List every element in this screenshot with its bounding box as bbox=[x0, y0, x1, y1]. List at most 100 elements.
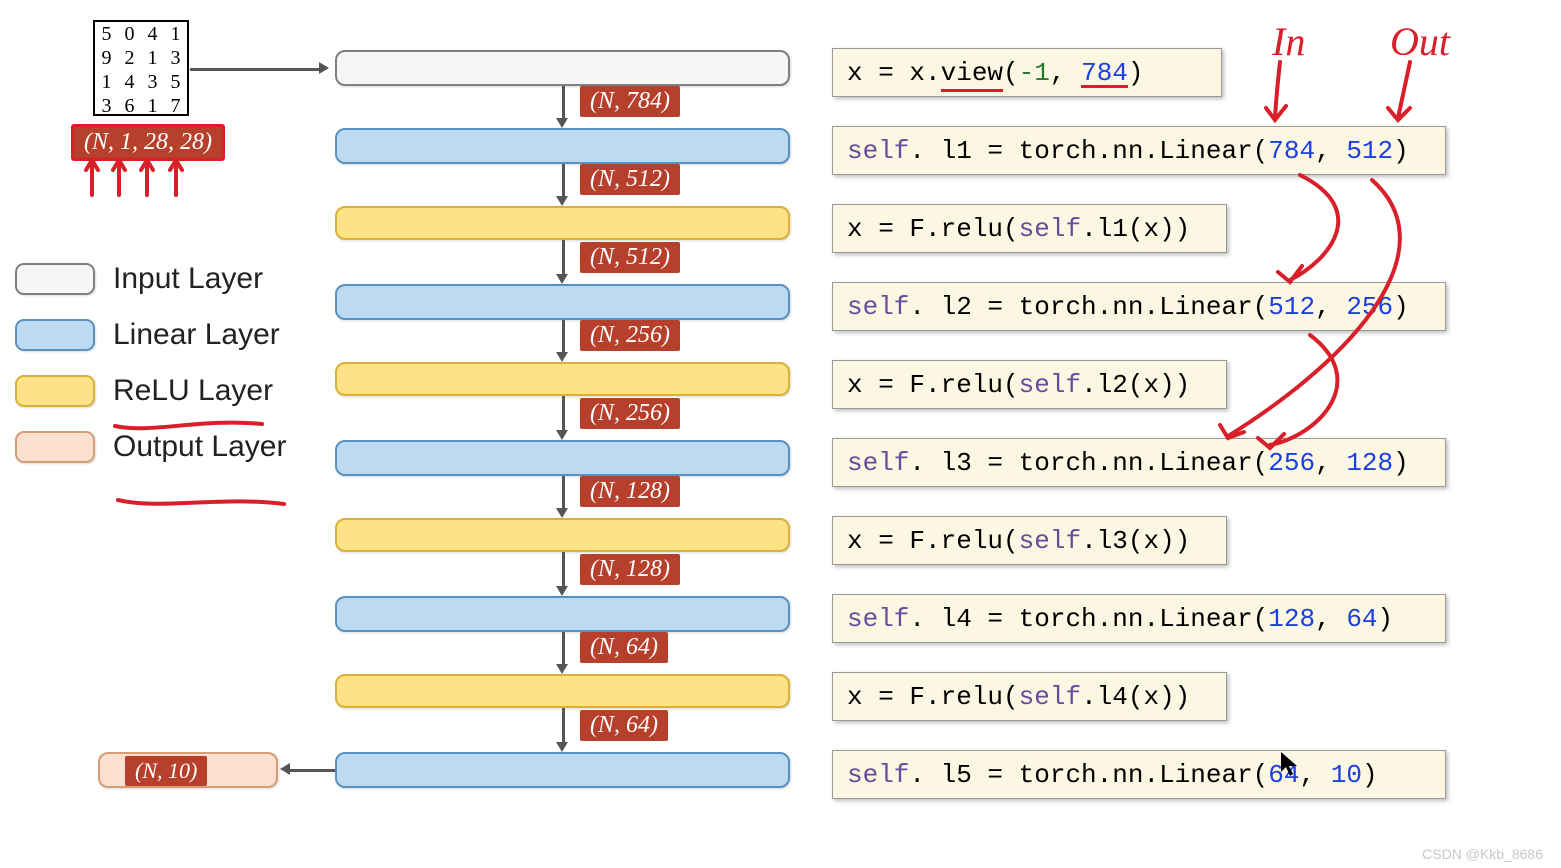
code-text: x = F.relu( bbox=[847, 214, 1019, 244]
legend-swatch-input bbox=[15, 263, 95, 295]
code-arg: 784 bbox=[1081, 58, 1128, 88]
legend-swatch-relu bbox=[15, 375, 95, 407]
code-text: . l5 = torch.nn.Linear( bbox=[909, 760, 1268, 790]
code-arg: 128 bbox=[1268, 604, 1315, 634]
shape-tag: (N, 128) bbox=[580, 554, 680, 585]
code-arg: 128 bbox=[1346, 448, 1393, 478]
code-text: ) bbox=[1393, 136, 1409, 166]
shape-tag: (N, 64) bbox=[580, 632, 668, 663]
watermark: CSDN @Kkb_8686 bbox=[1422, 846, 1543, 862]
code-arg: 256 bbox=[1346, 292, 1393, 322]
digit-cell: 3 bbox=[164, 46, 187, 70]
layer-linear5 bbox=[335, 752, 790, 788]
code-self: self bbox=[847, 136, 909, 166]
code-text: x = F.relu( bbox=[847, 526, 1019, 556]
layer-linear3 bbox=[335, 440, 790, 476]
code-text: ( bbox=[1003, 58, 1019, 88]
input-image-digits: 5 0 4 1 9 2 1 3 1 4 3 5 3 6 1 7 bbox=[93, 20, 189, 116]
shape-tag: (N, 512) bbox=[580, 164, 680, 195]
code-self: self bbox=[847, 292, 909, 322]
arrow-head-icon bbox=[556, 352, 568, 362]
code-text: x = F.relu( bbox=[847, 370, 1019, 400]
arrow-down bbox=[562, 632, 565, 666]
arrow-head-icon bbox=[556, 664, 568, 674]
code-arg: 784 bbox=[1268, 136, 1315, 166]
arrow-down bbox=[562, 476, 565, 510]
code-text: .l3(x)) bbox=[1081, 526, 1190, 556]
layer-relu3 bbox=[335, 518, 790, 552]
code-arg: 64 bbox=[1346, 604, 1377, 634]
code-view: x = x.view(-1, 784) bbox=[832, 48, 1222, 97]
arrow-head-icon bbox=[319, 62, 329, 74]
legend-label: Linear Layer bbox=[113, 318, 280, 352]
code-l2: self. l2 = torch.nn.Linear(512, 256) bbox=[832, 282, 1446, 331]
code-text: ) bbox=[1393, 292, 1409, 322]
arrow-down bbox=[562, 396, 565, 432]
code-l3: self. l3 = torch.nn.Linear(256, 128) bbox=[832, 438, 1446, 487]
code-text: . l3 = torch.nn.Linear( bbox=[909, 448, 1268, 478]
code-text: , bbox=[1315, 136, 1346, 166]
hand-label-out: Out bbox=[1390, 19, 1451, 64]
arrow-head-icon bbox=[556, 586, 568, 596]
code-fn-view: view bbox=[941, 58, 1003, 92]
legend-label: Output Layer bbox=[113, 430, 286, 464]
shape-tag: (N, 784) bbox=[580, 86, 680, 117]
shape-tag: (N, 256) bbox=[580, 398, 680, 429]
digit-cell: 1 bbox=[141, 94, 164, 118]
legend-swatch-linear bbox=[15, 319, 95, 351]
shape-tag: (N, 64) bbox=[580, 710, 668, 741]
code-self: self bbox=[847, 604, 909, 634]
arrow-head-icon bbox=[556, 508, 568, 518]
digit-cell: 1 bbox=[95, 70, 118, 94]
arrow-head-icon bbox=[556, 118, 568, 128]
arrow-head-icon bbox=[556, 430, 568, 440]
layer-relu2 bbox=[335, 362, 790, 396]
arrow-head-icon bbox=[556, 196, 568, 206]
arrow-down bbox=[562, 240, 565, 276]
legend-label: Input Layer bbox=[113, 262, 263, 296]
code-text: . l1 = torch.nn.Linear( bbox=[909, 136, 1268, 166]
code-text: . l2 = torch.nn.Linear( bbox=[909, 292, 1268, 322]
code-text: , bbox=[1315, 292, 1346, 322]
code-text: .l1(x)) bbox=[1081, 214, 1190, 244]
arrow-head-icon bbox=[556, 274, 568, 284]
legend-swatch-output bbox=[15, 431, 95, 463]
code-text: , bbox=[1315, 448, 1346, 478]
code-relu2: x = F.relu(self.l2(x)) bbox=[832, 360, 1227, 409]
layer-linear1 bbox=[335, 128, 790, 164]
code-text: , bbox=[1315, 604, 1346, 634]
code-arg: 512 bbox=[1346, 136, 1393, 166]
digit-cell: 9 bbox=[95, 46, 118, 70]
code-text: , bbox=[1300, 760, 1331, 790]
legend-input: Input Layer bbox=[15, 262, 305, 296]
shape-tag: (N, 256) bbox=[580, 320, 680, 351]
code-l4: self. l4 = torch.nn.Linear(128, 64) bbox=[832, 594, 1446, 643]
legend: Input Layer Linear Layer ReLU Layer Outp… bbox=[15, 262, 305, 486]
code-arg: -1 bbox=[1019, 58, 1050, 88]
hand-label-in: In bbox=[1271, 19, 1305, 64]
code-arg: 64 bbox=[1268, 760, 1299, 790]
code-relu1: x = F.relu(self.l1(x)) bbox=[832, 204, 1227, 253]
shape-tag: (N, 512) bbox=[580, 242, 680, 273]
arrow-down bbox=[562, 86, 565, 120]
code-text: , bbox=[1050, 58, 1081, 88]
layer-relu4 bbox=[335, 674, 790, 708]
legend-label: ReLU Layer bbox=[113, 374, 273, 408]
code-relu3: x = F.relu(self.l3(x)) bbox=[832, 516, 1227, 565]
code-self: self bbox=[1019, 370, 1081, 400]
code-text: .l4(x)) bbox=[1081, 682, 1190, 712]
input-tensor-shape: (N, 1, 28, 28) bbox=[72, 125, 224, 160]
code-self: self bbox=[847, 760, 909, 790]
legend-relu: ReLU Layer bbox=[15, 374, 305, 408]
shape-tag: (N, 128) bbox=[580, 476, 680, 507]
digit-cell: 2 bbox=[118, 46, 141, 70]
code-self: self bbox=[1019, 526, 1081, 556]
arrow-to-output bbox=[290, 769, 335, 772]
layer-relu1 bbox=[335, 206, 790, 240]
digit-cell: 7 bbox=[164, 94, 187, 118]
arrow-down bbox=[562, 708, 565, 744]
code-l1: self. l1 = torch.nn.Linear(784, 512) bbox=[832, 126, 1446, 175]
arrow-down bbox=[562, 552, 565, 588]
layer-input bbox=[335, 50, 790, 86]
digit-cell: 1 bbox=[141, 46, 164, 70]
